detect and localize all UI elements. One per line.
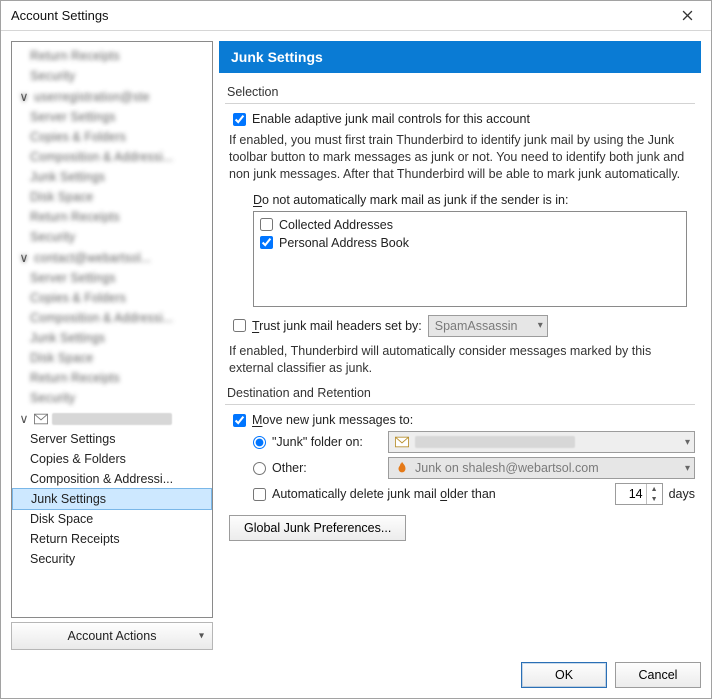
- adaptive-description: If enabled, you must first train Thunder…: [229, 132, 691, 183]
- flame-icon: [395, 461, 409, 475]
- enable-adaptive-label[interactable]: Enable adaptive junk mail controls for t…: [252, 112, 530, 126]
- sidebar-item-security[interactable]: Security: [12, 549, 212, 569]
- mail-icon: [395, 435, 409, 449]
- account-name-redacted: [52, 413, 172, 425]
- junk-folder-account-select[interactable]: ▾: [388, 431, 695, 453]
- account-tree[interactable]: Return Receipts Security ∨userregistrati…: [12, 42, 212, 617]
- whitelist-personal-label: Personal Address Book: [279, 236, 409, 250]
- spinner-down-icon[interactable]: ▼: [647, 494, 662, 504]
- tree-item-blurred[interactable]: Security: [12, 227, 212, 247]
- tree-item-blurred[interactable]: Security: [12, 66, 212, 86]
- tree-item-blurred[interactable]: Copies & Folders: [12, 288, 212, 308]
- close-icon: [682, 10, 693, 21]
- whitelist-listbox[interactable]: Collected Addresses Personal Address Boo…: [253, 211, 687, 307]
- sidebar-item-disk-space[interactable]: Disk Space: [12, 509, 212, 529]
- tree-item-blurred[interactable]: Server Settings: [12, 107, 212, 127]
- divider: [225, 404, 695, 405]
- whitelist-label-row: Do not automatically mark mail as junk i…: [253, 193, 695, 207]
- days-label: days: [669, 487, 695, 501]
- chevron-down-icon: ▾: [685, 463, 690, 474]
- trust-headers-row: Trust junk mail headers set by: SpamAssa…: [233, 315, 695, 337]
- other-folder-value: Junk on shalesh@webartsol.com: [415, 461, 599, 475]
- tree-item-blurred[interactable]: Disk Space: [12, 348, 212, 368]
- sidebar-item-copies-folders[interactable]: Copies & Folders: [12, 449, 212, 469]
- global-junk-preferences-button[interactable]: Global Junk Preferences...: [229, 515, 406, 541]
- tree-item-blurred[interactable]: Disk Space: [12, 187, 212, 207]
- enable-adaptive-checkbox[interactable]: [233, 113, 246, 126]
- tree-item-blurred[interactable]: Return Receipts: [12, 46, 212, 66]
- whitelist-collected-checkbox[interactable]: [260, 218, 273, 231]
- trust-classifier-value: SpamAssassin: [435, 319, 518, 333]
- mail-icon: [34, 412, 48, 426]
- tree-item-blurred[interactable]: Return Receipts: [12, 207, 212, 227]
- trust-headers-label[interactable]: Trust junk mail headers set by:: [252, 319, 422, 333]
- cancel-button[interactable]: Cancel: [615, 662, 701, 688]
- junk-folder-on-row: "Junk" folder on: ▾: [253, 431, 695, 453]
- chevron-down-icon: ▾: [538, 320, 543, 331]
- auto-delete-checkbox[interactable]: [253, 488, 266, 501]
- sidebar-item-composition[interactable]: Composition & Addressi...: [12, 469, 212, 489]
- titlebar: Account Settings: [1, 1, 711, 31]
- trust-description: If enabled, Thunderbird will automatical…: [229, 343, 691, 377]
- auto-delete-days-spinner[interactable]: ▲▼: [615, 483, 663, 505]
- whitelist-item-personal[interactable]: Personal Address Book: [260, 234, 680, 252]
- chevron-down-icon: ∨: [18, 411, 30, 426]
- whitelist-personal-checkbox[interactable]: [260, 236, 273, 249]
- enable-adaptive-row: Enable adaptive junk mail controls for t…: [233, 112, 695, 126]
- window-title: Account Settings: [11, 8, 109, 23]
- tree-account-header[interactable]: ∨contact@webartsol...: [12, 247, 212, 268]
- tree-account-header-active[interactable]: ∨: [12, 408, 212, 429]
- account-actions-button[interactable]: Account Actions ▾: [11, 622, 213, 650]
- trust-classifier-select[interactable]: SpamAssassin ▾: [428, 315, 548, 337]
- spinner-buttons[interactable]: ▲▼: [646, 484, 662, 504]
- whitelist-label: Do not automatically mark mail as junk i…: [253, 193, 568, 207]
- whitelist-collected-label: Collected Addresses: [279, 218, 393, 232]
- sidebar: Return Receipts Security ∨userregistrati…: [11, 41, 213, 650]
- move-junk-row: Move new junk messages to:: [233, 413, 695, 427]
- tree-account-header[interactable]: ∨userregistration@ste: [12, 86, 212, 107]
- ok-button[interactable]: OK: [521, 662, 607, 688]
- destination-group-label: Destination and Retention: [227, 386, 695, 400]
- dialog-footer: OK Cancel: [1, 654, 711, 698]
- move-junk-checkbox[interactable]: [233, 414, 246, 427]
- sidebar-item-junk-settings[interactable]: Junk Settings: [12, 488, 212, 510]
- other-folder-select[interactable]: Junk on shalesh@webartsol.com ▾: [388, 457, 695, 479]
- whitelist-item-collected[interactable]: Collected Addresses: [260, 216, 680, 234]
- auto-delete-label[interactable]: Automatically delete junk mail older tha…: [272, 487, 496, 501]
- junk-folder-on-label[interactable]: "Junk" folder on:: [272, 435, 382, 449]
- other-folder-label[interactable]: Other:: [272, 461, 382, 475]
- junk-folder-on-radio[interactable]: [253, 436, 266, 449]
- settings-panel: Junk Settings Selection Enable adaptive …: [219, 41, 701, 650]
- trust-headers-checkbox[interactable]: [233, 319, 246, 332]
- close-button[interactable]: [667, 3, 707, 29]
- tree-item-blurred[interactable]: Junk Settings: [12, 328, 212, 348]
- account-actions-label: Account Actions: [68, 629, 157, 643]
- sidebar-item-return-receipts[interactable]: Return Receipts: [12, 529, 212, 549]
- tree-item-blurred[interactable]: Copies & Folders: [12, 127, 212, 147]
- divider: [225, 103, 695, 104]
- auto-delete-row: Automatically delete junk mail older tha…: [253, 483, 695, 505]
- other-folder-row: Other: Junk on shalesh@webartsol.com ▾: [253, 457, 695, 479]
- account-settings-window: Account Settings Return Receipts Securit…: [0, 0, 712, 699]
- chevron-down-icon: ▾: [685, 437, 690, 448]
- tree-item-blurred[interactable]: Security: [12, 388, 212, 408]
- auto-delete-days-input[interactable]: [616, 484, 646, 504]
- tree-item-blurred[interactable]: Server Settings: [12, 268, 212, 288]
- junk-folder-value-redacted: [415, 436, 575, 448]
- chevron-down-icon: ▾: [199, 631, 204, 642]
- move-junk-label[interactable]: Move new junk messages to:: [252, 413, 413, 427]
- tree-item-blurred[interactable]: Composition & Addressi...: [12, 147, 212, 167]
- selection-group-label: Selection: [227, 85, 695, 99]
- panel-title: Junk Settings: [219, 41, 701, 73]
- tree-item-blurred[interactable]: Composition & Addressi...: [12, 308, 212, 328]
- dialog-body: Return Receipts Security ∨userregistrati…: [1, 31, 711, 654]
- tree-item-blurred[interactable]: Junk Settings: [12, 167, 212, 187]
- spinner-up-icon[interactable]: ▲: [647, 484, 662, 494]
- tree-item-blurred[interactable]: Return Receipts: [12, 368, 212, 388]
- sidebar-item-server-settings[interactable]: Server Settings: [12, 429, 212, 449]
- panel-body: Selection Enable adaptive junk mail cont…: [219, 73, 701, 650]
- other-folder-radio[interactable]: [253, 462, 266, 475]
- account-tree-wrap: Return Receipts Security ∨userregistrati…: [11, 41, 213, 618]
